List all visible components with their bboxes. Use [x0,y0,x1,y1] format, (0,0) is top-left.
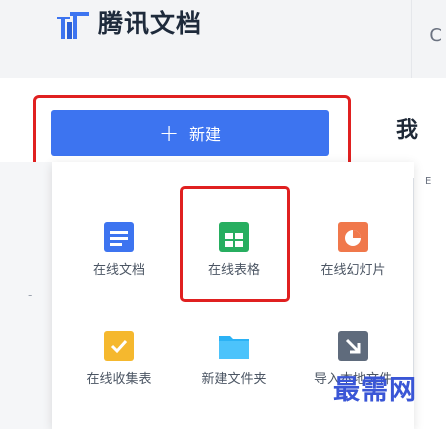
menu-item-label: 在线收集表 [86,372,152,387]
highlight-box-new [33,95,351,169]
menu-item-form[interactable]: 在线收集表 [69,330,169,388]
folder-icon [218,330,250,362]
menu-item-doc[interactable]: 在线文档 [69,221,169,279]
header-edge-text: C [429,25,442,46]
import-icon [337,330,369,362]
slide-icon [337,221,369,253]
app-title: 腾讯文档 [98,9,203,38]
menu-item-folder[interactable]: 新建文件夹 [184,330,284,388]
right-fragment-text: 我 [396,118,419,143]
highlight-box-sheet [180,186,290,302]
menu-item-label: 在线文档 [92,263,145,278]
tencent-docs-logo-icon [57,12,89,39]
form-icon [103,330,135,362]
panel-divider [413,178,414,378]
watermark: 最需网 [333,375,417,406]
menu-item-slide[interactable]: 在线幻灯片 [303,221,403,279]
header-divider [411,0,412,78]
tiny-right-mark: E [425,176,432,187]
menu-item-label: 在线幻灯片 [320,263,386,278]
left-sidebar-strip [0,162,52,429]
doc-icon [103,221,135,253]
menu-item-label: 新建文件夹 [201,372,267,387]
left-sidebar-mark: - [28,288,33,302]
header: 腾讯文档 C [0,0,446,78]
